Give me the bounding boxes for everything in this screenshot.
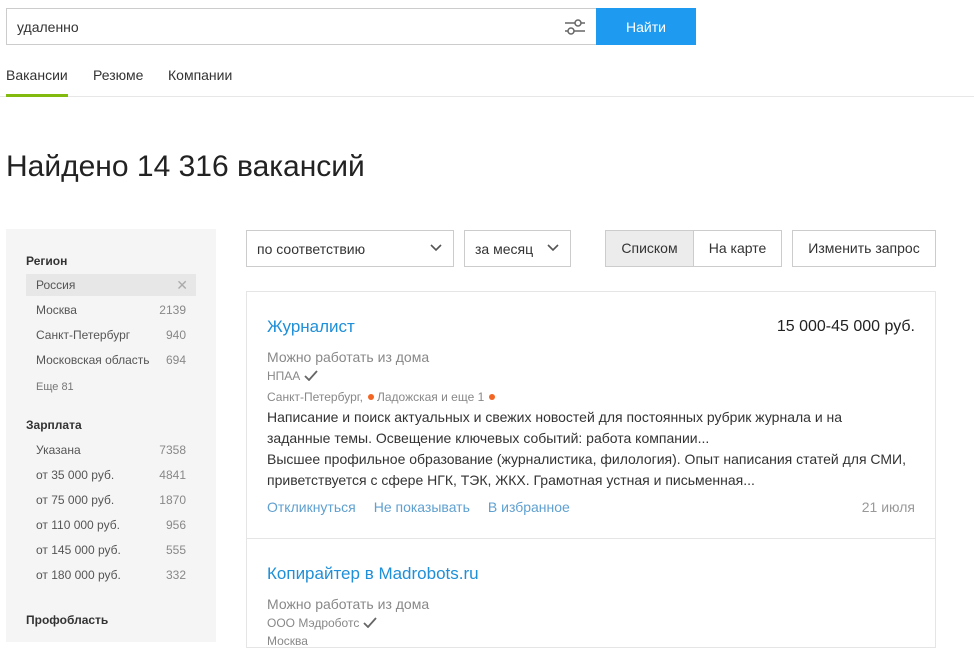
respond-link[interactable]: Откликнуться (267, 499, 356, 515)
filter-item-label: от 75 000 руб. (36, 493, 115, 507)
tab-vacancies[interactable]: Вакансии (6, 58, 68, 97)
favorite-link[interactable]: В избранное (488, 499, 570, 515)
vacancy-location: Санкт-Петербург, Ладожская и еще 1 (267, 390, 498, 404)
vacancy-card: Журналист 15 000-45 000 руб. Можно работ… (246, 291, 936, 539)
period-select-value: за месяц (475, 241, 534, 257)
filter-item-label: от 35 000 руб. (36, 468, 115, 482)
location-city: Москва (267, 634, 308, 648)
filter-item-count: 2139 (159, 303, 186, 317)
filter-settings-icon[interactable] (564, 16, 586, 38)
filter-region-item[interactable]: Москва 2139 (26, 299, 196, 321)
sort-select[interactable]: по соответствию (246, 230, 454, 267)
filter-region-item[interactable]: Санкт-Петербург 940 (26, 324, 196, 346)
verified-check-icon (304, 370, 318, 382)
filter-heading-profarea: Профобласть (26, 613, 109, 627)
search-input[interactable] (17, 9, 547, 44)
filter-item-count: 332 (165, 568, 186, 582)
location-city: Санкт-Петербург, (267, 390, 363, 404)
filter-salary-item[interactable]: от 145 000 руб. 555 (26, 539, 196, 561)
vacancy-requirements: Высшее профильное образование (журналист… (267, 451, 906, 488)
search-box (6, 8, 596, 45)
chevron-down-icon (547, 244, 559, 252)
view-list-button[interactable]: Списком (605, 230, 694, 267)
page-title: Найдено 14 316 вакансий (6, 150, 365, 183)
company-name: ООО Мэдроботс (267, 616, 360, 630)
vacancy-location: Москва (267, 634, 308, 648)
sort-select-value: по соответствию (257, 241, 366, 257)
filter-salary-item[interactable]: от 110 000 руб. 956 (26, 514, 196, 536)
tab-resumes[interactable]: Резюме (93, 58, 143, 97)
filter-item-count: 555 (165, 543, 186, 557)
filter-region-more-link[interactable]: Еще 81 (36, 381, 74, 393)
filter-region-russia[interactable]: Россия ✕ (26, 274, 196, 296)
filter-item-label: Указана (36, 443, 81, 457)
filter-salary-item[interactable]: Указана 7358 (26, 439, 196, 461)
close-icon[interactable]: ✕ (176, 277, 188, 294)
vacancy-responsibilities: Написание и поиск актуальных и свежих но… (267, 409, 843, 446)
hide-link[interactable]: Не показывать (374, 499, 470, 515)
filter-salary-item[interactable]: от 75 000 руб. 1870 (26, 489, 196, 511)
filter-heading-salary: Зарплата (26, 418, 82, 432)
search-button[interactable]: Найти (596, 8, 696, 45)
period-select[interactable]: за месяц (464, 230, 571, 267)
vacancy-salary: 15 000-45 000 руб. (776, 318, 915, 335)
filter-heading-region: Регион (26, 254, 68, 268)
header: Найти Вакансии Резюме Компании (0, 0, 974, 97)
vacancy-company[interactable]: НПАА (267, 369, 318, 383)
filter-item-count: 694 (165, 353, 186, 367)
vacancy-company[interactable]: ООО Мэдроботс (267, 616, 378, 630)
vacancy-remote-label: Можно работать из дома (267, 349, 430, 365)
filter-item-label: Московская область (36, 353, 150, 367)
view-map-button[interactable]: На карте (693, 230, 782, 267)
filter-item-count: 940 (165, 328, 186, 342)
filter-item-count: 4841 (159, 468, 186, 482)
filter-item-label: от 110 000 руб. (36, 518, 120, 532)
vacancy-description: Написание и поиск актуальных и свежих но… (267, 407, 907, 491)
metro-dot-icon (489, 394, 496, 401)
change-query-button[interactable]: Изменить запрос (792, 230, 936, 267)
chevron-down-icon (430, 244, 442, 252)
vacancy-actions: Откликнуться Не показывать В избранное (267, 499, 588, 515)
filter-salary-item[interactable]: от 180 000 руб. 332 (26, 564, 196, 586)
location-metro: Ладожская и еще 1 (376, 390, 485, 404)
filter-item-count: 956 (165, 518, 186, 532)
vacancy-date: 21 июля (861, 499, 915, 515)
filters-sidebar: Регион Россия ✕ Москва 2139 Санкт-Петерб… (6, 229, 216, 642)
vacancy-title-link[interactable]: Копирайтер в Madrobots.ru (267, 564, 479, 584)
filter-item-label: Санкт-Петербург (36, 328, 131, 342)
filter-item-label: Москва (36, 303, 77, 317)
filter-region-item[interactable]: Московская область 694 (26, 349, 196, 371)
filter-item-label: от 145 000 руб. (36, 543, 121, 557)
metro-dot-icon (367, 394, 374, 401)
filter-item-count: 1870 (159, 493, 186, 507)
filter-item-label: Россия (36, 278, 76, 292)
tab-companies[interactable]: Компании (168, 58, 232, 97)
filter-salary-item[interactable]: от 35 000 руб. 4841 (26, 464, 196, 486)
verified-check-icon (363, 617, 378, 629)
filter-item-count: 7358 (159, 443, 186, 457)
vacancy-remote-label: Можно работать из дома (267, 596, 430, 612)
filter-item-label: от 180 000 руб. (36, 568, 121, 582)
company-name: НПАА (267, 369, 301, 383)
vacancy-card: Копирайтер в Madrobots.ru Можно работать… (246, 538, 936, 648)
vacancy-title-link[interactable]: Журналист (267, 317, 355, 337)
